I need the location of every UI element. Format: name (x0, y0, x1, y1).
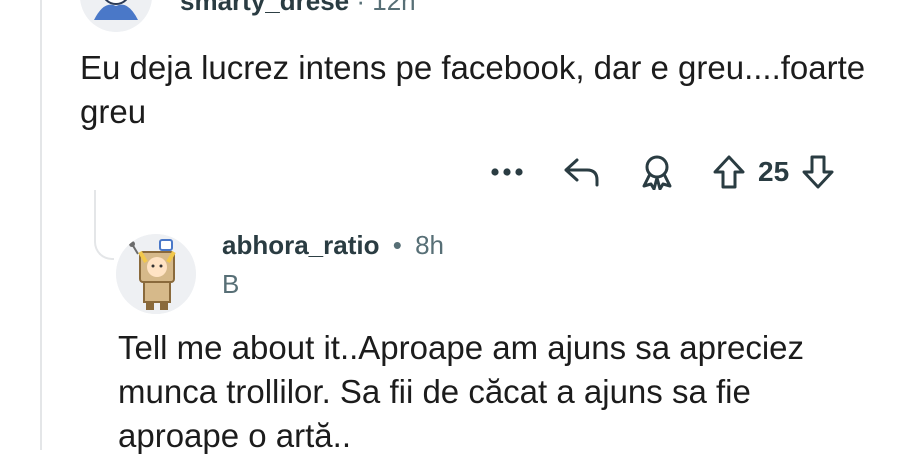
downvote-button[interactable] (795, 150, 841, 194)
upvote-icon (713, 155, 745, 189)
more-icon (491, 168, 523, 176)
comment-actions: 25 (480, 150, 841, 194)
comment-body: Eu deja lucrez intens pe facebook, dar e… (80, 49, 866, 130)
comment-body: Tell me about it..Aproape am ajuns sa ap… (118, 329, 805, 454)
username[interactable]: smarty_drese (180, 0, 349, 16)
avatar[interactable] (80, 0, 152, 32)
username[interactable]: abhora_ratio (222, 230, 380, 260)
reply-thread-connector (94, 190, 114, 260)
timestamp: 12h (372, 0, 416, 16)
user-avatar-icon (80, 0, 152, 32)
downvote-icon (802, 155, 834, 189)
comment-meta: smarty_drese · 12h (180, 0, 416, 17)
comment-meta: abhora_ratio • 8h (222, 230, 444, 261)
timestamp: 8h (415, 230, 444, 260)
user-avatar-icon (116, 234, 196, 314)
meta-separator: • (392, 230, 402, 260)
award-button[interactable] (630, 150, 684, 194)
award-icon (642, 155, 672, 190)
avatar[interactable] (116, 234, 196, 314)
user-flair: B (222, 269, 240, 299)
thread-line[interactable] (40, 0, 42, 450)
upvote-button[interactable] (706, 150, 752, 194)
reply-button[interactable] (552, 150, 612, 194)
reply-icon (564, 158, 599, 187)
vote-count: 25 (758, 156, 790, 187)
more-options-button[interactable] (480, 150, 534, 194)
